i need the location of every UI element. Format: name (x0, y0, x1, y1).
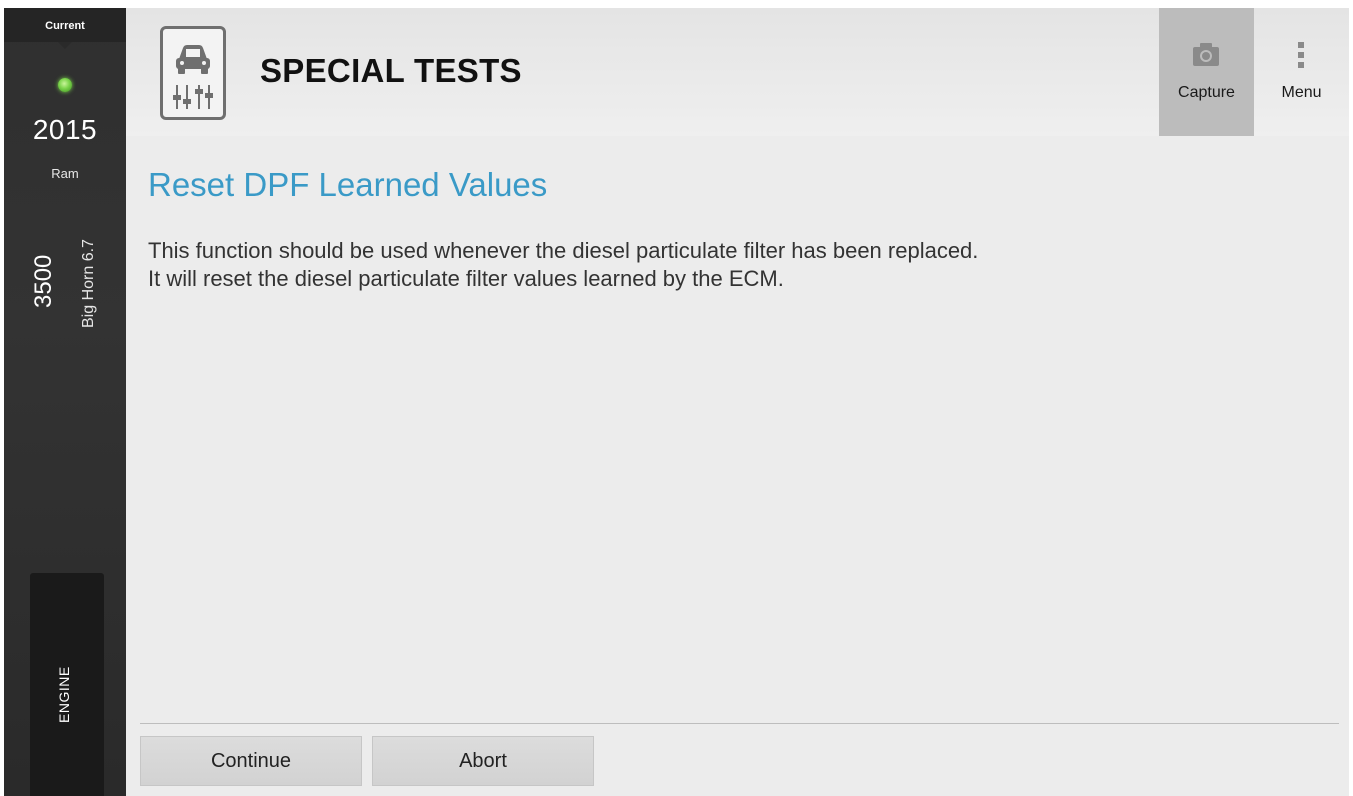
test-description: This function should be used whenever th… (148, 237, 1328, 293)
car-sliders-icon (160, 26, 226, 120)
system-tab-label: ENGINE (56, 666, 72, 723)
page-title: SPECIAL TESTS (260, 52, 522, 89)
status-pointer (58, 42, 72, 49)
vehicle-year: 2015 (32, 114, 98, 145)
status-led-icon (58, 78, 72, 92)
description-line: It will reset the diesel particulate fil… (148, 266, 784, 291)
menu-label: Menu (1281, 84, 1322, 101)
capture-label: Capture (1178, 84, 1235, 101)
camera-icon (1159, 40, 1254, 70)
vehicle-model: 3500 (30, 254, 57, 308)
abort-button[interactable]: Abort (372, 736, 594, 786)
description-line: This function should be used whenever th… (148, 238, 979, 263)
app-window: Current 2015 Ram 3500 Big Horn 6.7 ENGIN… (4, 8, 1349, 796)
system-tab-engine[interactable]: ENGINE (30, 573, 104, 796)
status-label: Current (45, 20, 85, 32)
test-content: Reset DPF Learned Values This function s… (126, 136, 1349, 796)
footer-divider (140, 723, 1339, 724)
menu-button[interactable]: Menu (1254, 8, 1349, 136)
vehicle-trim: Big Horn 6.7 (80, 239, 97, 328)
capture-button[interactable]: Capture (1159, 8, 1254, 136)
header-bar: SPECIAL TESTS Capture Menu (126, 8, 1349, 136)
vertical-dots-icon (1254, 40, 1349, 70)
car-sliders-icon-graphic (173, 45, 213, 109)
continue-button[interactable]: Continue (140, 736, 362, 786)
vehicle-make: Ram (51, 166, 79, 181)
vehicle-sidebar: Current 2015 Ram 3500 Big Horn 6.7 ENGIN… (4, 8, 126, 796)
test-title: Reset DPF Learned Values (148, 166, 548, 203)
